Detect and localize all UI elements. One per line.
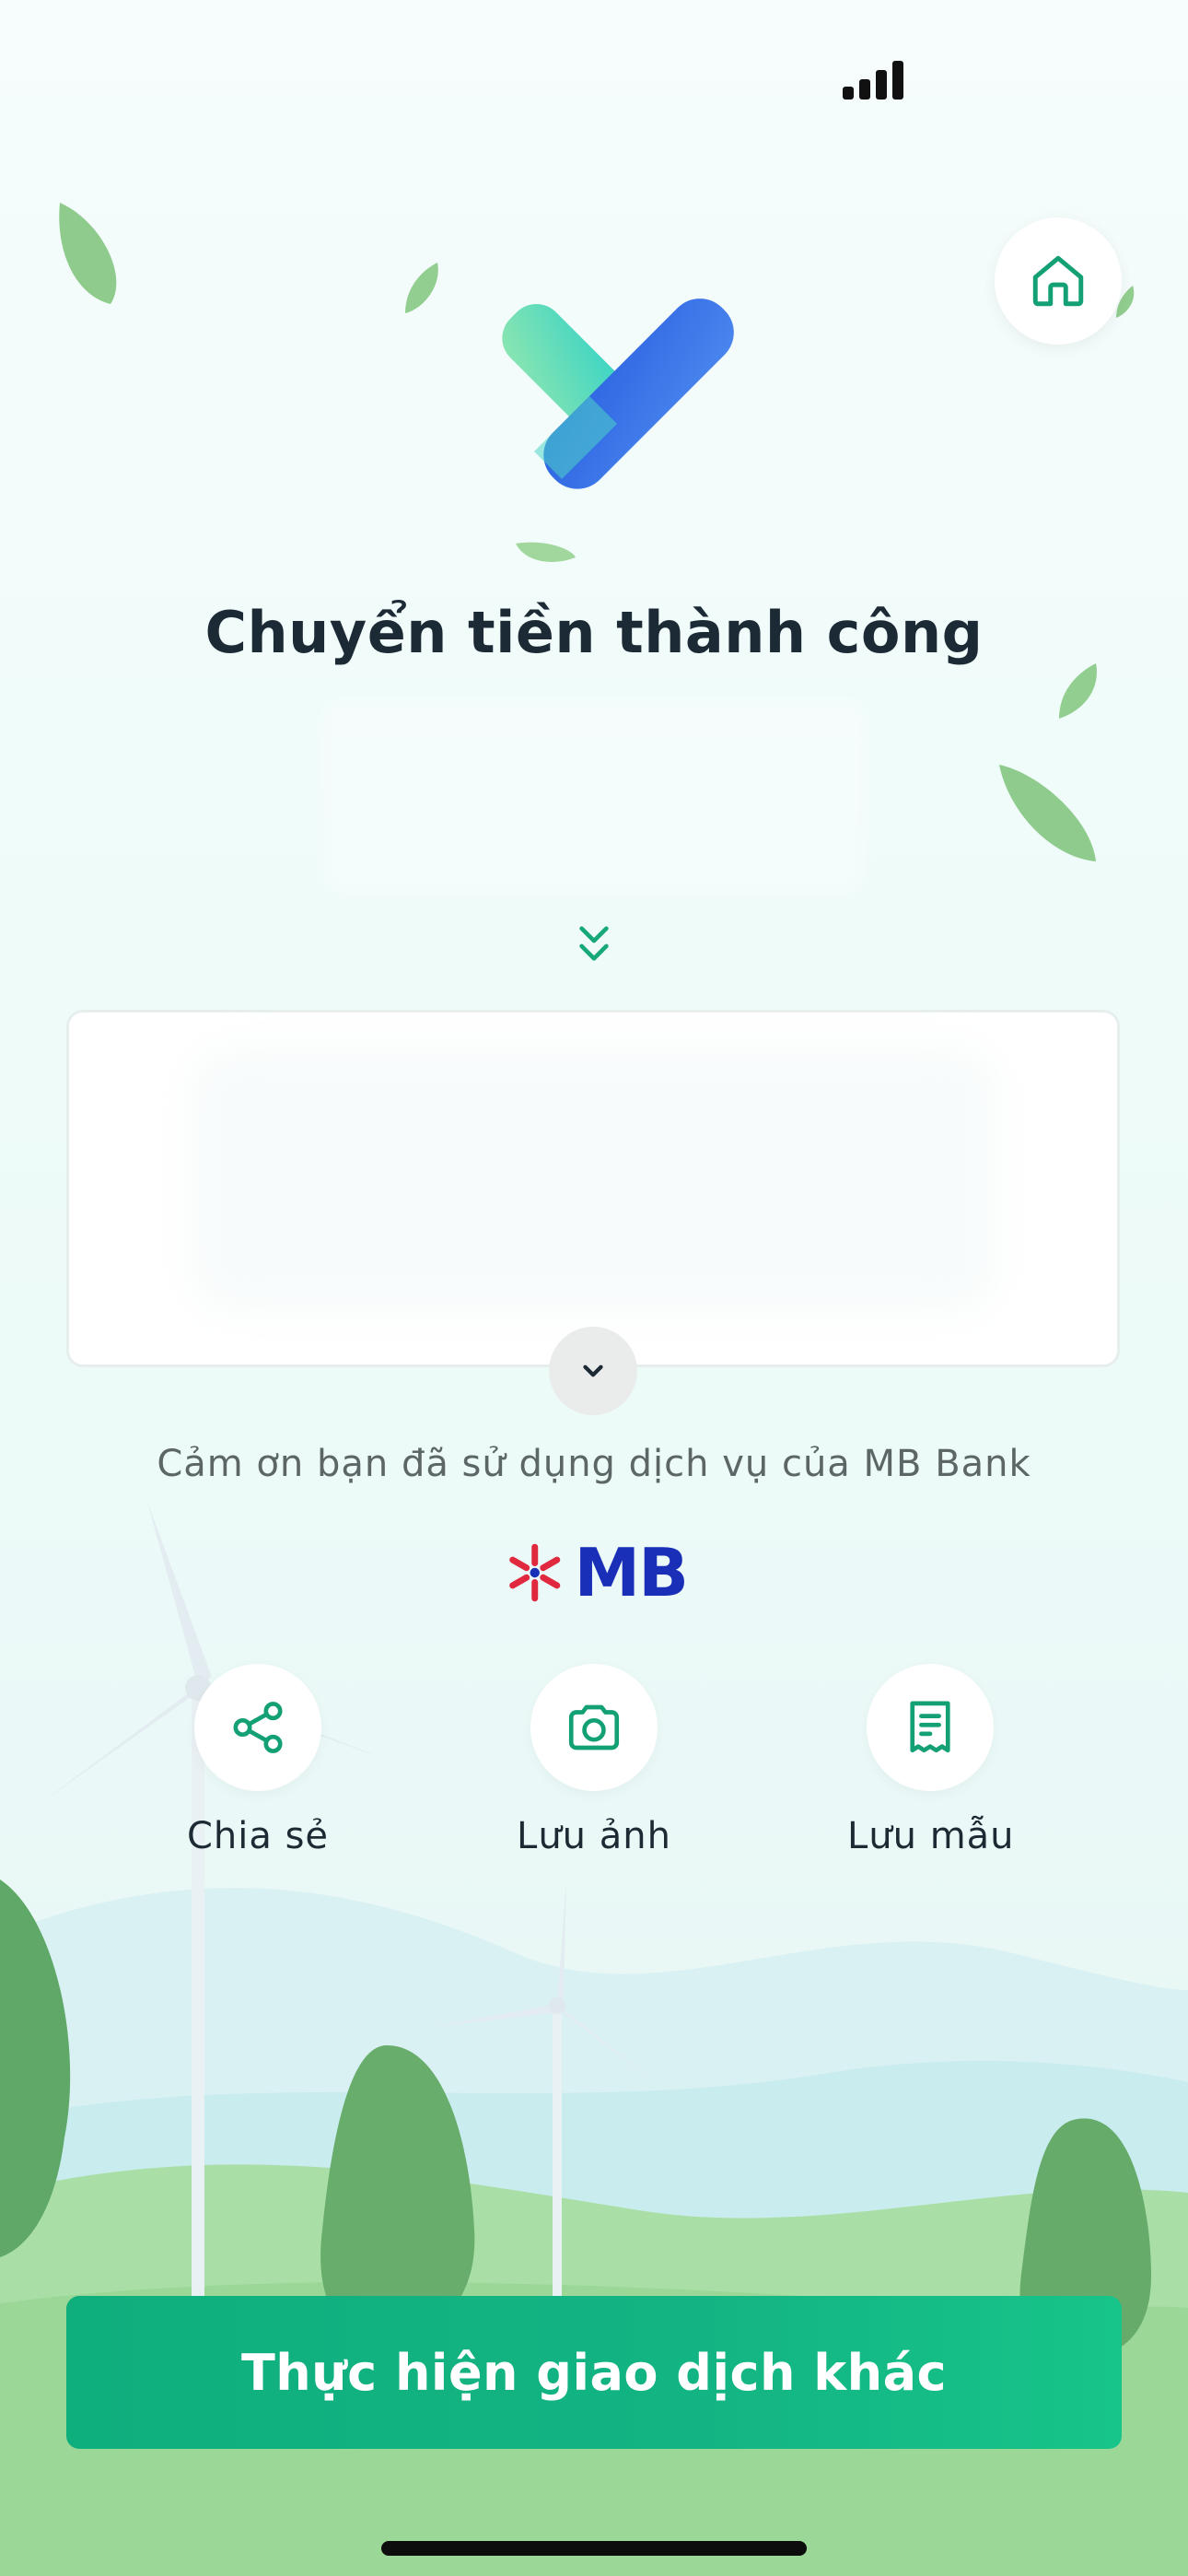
mb-bank-logo: MB (503, 1531, 689, 1614)
thank-you-message: Cảm ơn bạn đã sử dụng dịch vụ của MB Ban… (157, 1443, 1031, 1485)
cellular-signal-icon (843, 61, 905, 100)
save-template-label: Lưu mẫu (847, 1815, 1015, 1857)
home-button[interactable] (995, 217, 1122, 345)
chevron-down-icon (583, 1364, 603, 1377)
save-template-button[interactable]: Lưu mẫu (847, 1664, 1015, 1857)
save-template-button-circle[interactable] (867, 1664, 994, 1791)
expand-details-button[interactable] (549, 1327, 637, 1415)
transaction-details-masked (193, 1050, 995, 1308)
checkmark-icon (502, 299, 734, 489)
save-image-button[interactable]: Lưu ảnh (511, 1664, 677, 1857)
double-chevron-down-icon (579, 926, 609, 961)
transfer-amount-masked (322, 700, 866, 894)
share-label: Chia sẻ (186, 1815, 330, 1857)
mb-logo-text: MB (574, 1534, 689, 1611)
home-icon (1032, 255, 1084, 307)
save-image-label: Lưu ảnh (517, 1815, 671, 1857)
home-indicator[interactable] (381, 2541, 807, 2556)
page-title: Chuyển tiền thành công (204, 599, 984, 666)
share-button-circle[interactable] (194, 1664, 321, 1791)
share-icon (233, 1702, 283, 1753)
share-button[interactable]: Chia sẻ (175, 1664, 341, 1857)
mb-star-logo-icon (509, 1543, 561, 1602)
camera-icon (568, 1704, 620, 1751)
receipt-icon (910, 1701, 950, 1753)
save-image-button-circle[interactable] (530, 1664, 658, 1791)
new-transaction-button[interactable]: Thực hiện giao dịch khác (66, 2296, 1122, 2449)
